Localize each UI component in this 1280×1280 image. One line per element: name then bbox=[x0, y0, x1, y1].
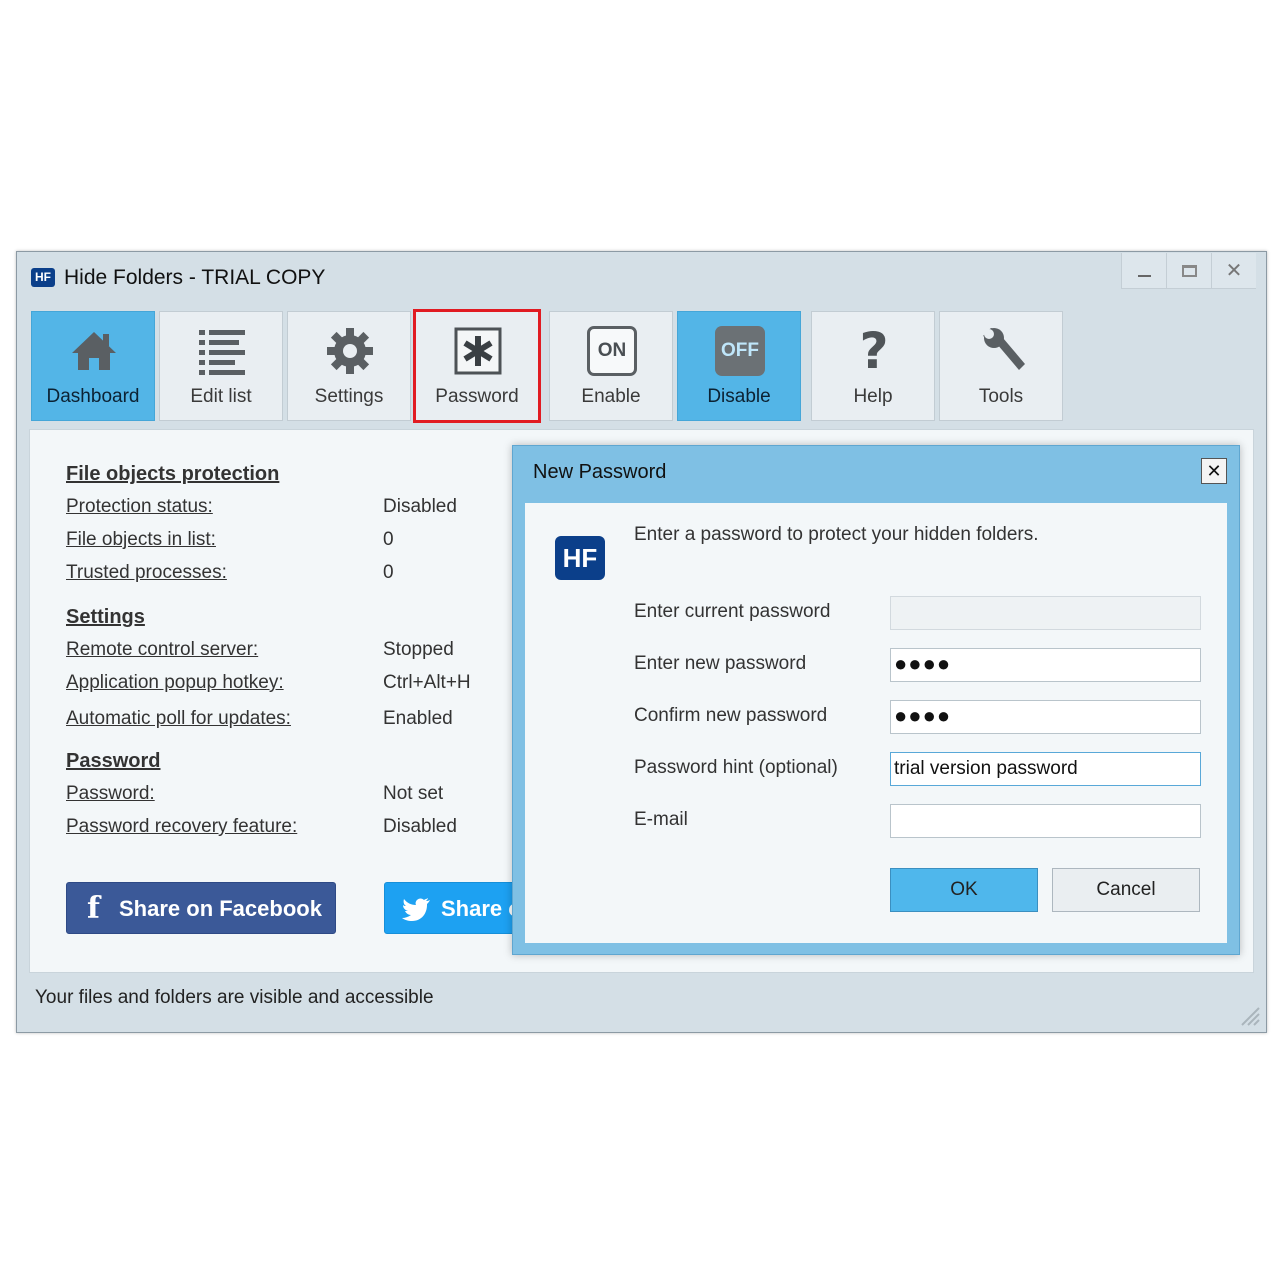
asterisk-icon bbox=[454, 327, 502, 375]
resize-grip-icon[interactable] bbox=[1238, 1004, 1260, 1026]
new-password-label: Enter new password bbox=[634, 653, 807, 674]
toolbar-edit-list-label: Edit list bbox=[190, 386, 252, 407]
home-icon bbox=[72, 332, 116, 370]
toolbar-password-button[interactable]: Password bbox=[413, 309, 541, 423]
ok-button[interactable]: OK bbox=[890, 868, 1038, 912]
maximize-icon bbox=[1181, 265, 1197, 277]
password-recovery-value: Disabled bbox=[383, 816, 457, 837]
file-objects-value: 0 bbox=[383, 529, 394, 550]
toolbar-password-label: Password bbox=[435, 386, 519, 407]
window-controls: ✕ bbox=[1121, 253, 1256, 289]
dialog-body: HF Enter a password to protect your hidd… bbox=[525, 503, 1227, 943]
minimize-button[interactable] bbox=[1121, 253, 1166, 289]
password-recovery-link[interactable]: Password recovery feature: bbox=[66, 816, 297, 838]
close-icon: ✕ bbox=[1225, 260, 1243, 282]
new-password-dialog: New Password ✕ HF Enter a password to pr… bbox=[512, 445, 1240, 955]
trusted-processes-link[interactable]: Trusted processes: bbox=[66, 562, 227, 584]
close-window-button[interactable]: ✕ bbox=[1211, 253, 1256, 289]
file-objects-section-title: File objects protection bbox=[66, 463, 280, 485]
remote-control-link[interactable]: Remote control server: bbox=[66, 639, 258, 661]
wrench-icon bbox=[983, 328, 1025, 370]
dialog-title: New Password bbox=[533, 461, 667, 483]
password-hint-label: Password hint (optional) bbox=[634, 757, 838, 778]
confirm-password-label: Confirm new password bbox=[634, 705, 828, 726]
toolbar-edit-list-button[interactable]: Edit list bbox=[159, 311, 283, 421]
status-bar-text: Your files and folders are visible and a… bbox=[35, 987, 434, 1008]
toolbar-enable-label: Enable bbox=[581, 386, 641, 407]
password-value: Not set bbox=[383, 783, 444, 804]
toolbar-dashboard-button[interactable]: Dashboard bbox=[31, 311, 155, 421]
facebook-icon: f bbox=[87, 891, 100, 926]
popup-hotkey-value: Ctrl+Alt+H bbox=[383, 672, 471, 693]
app-logo-icon: HF bbox=[31, 268, 55, 287]
close-icon: ✕ bbox=[1206, 461, 1222, 481]
email-label: E-mail bbox=[634, 809, 688, 830]
new-password-input[interactable]: ●●●● bbox=[890, 648, 1201, 682]
on-icon-text: ON bbox=[597, 340, 627, 361]
maximize-button[interactable] bbox=[1166, 253, 1211, 289]
email-input[interactable] bbox=[890, 804, 1201, 838]
toolbar-enable-button[interactable]: ON Enable bbox=[549, 311, 673, 421]
window-title: Hide Folders - TRIAL COPY bbox=[64, 266, 326, 289]
popup-hotkey-link[interactable]: Application popup hotkey: bbox=[66, 672, 284, 694]
question-icon: ? bbox=[849, 326, 899, 376]
question-icon-glyph: ? bbox=[859, 322, 889, 380]
twitter-icon bbox=[402, 898, 430, 921]
share-facebook-button[interactable]: f Share on Facebook bbox=[66, 882, 336, 934]
toolbar-settings-button[interactable]: Settings bbox=[287, 311, 411, 421]
title-bar[interactable]: HF Hide Folders - TRIAL COPY ✕ bbox=[17, 252, 1266, 307]
confirm-password-input[interactable]: ●●●● bbox=[890, 700, 1201, 734]
list-icon bbox=[199, 330, 245, 375]
off-icon: OFF bbox=[715, 326, 765, 376]
on-icon: ON bbox=[587, 326, 637, 376]
app-logo-icon: HF bbox=[555, 536, 605, 580]
protection-status-link[interactable]: Protection status: bbox=[66, 496, 213, 518]
password-hint-input[interactable] bbox=[890, 752, 1201, 786]
current-password-label: Enter current password bbox=[634, 601, 831, 622]
toolbar-settings-label: Settings bbox=[314, 386, 384, 407]
toolbar-dashboard-label: Dashboard bbox=[46, 386, 140, 407]
toolbar-tools-label: Tools bbox=[978, 386, 1024, 407]
trusted-processes-value: 0 bbox=[383, 562, 394, 583]
minimize-icon bbox=[1137, 275, 1151, 277]
dialog-intro-text: Enter a password to protect your hidden … bbox=[634, 524, 1039, 545]
current-password-input[interactable] bbox=[890, 596, 1201, 630]
toolbar-tools-button[interactable]: Tools bbox=[939, 311, 1063, 421]
toolbar-disable-label: Disable bbox=[707, 386, 771, 407]
dialog-close-button[interactable]: ✕ bbox=[1201, 458, 1227, 484]
poll-updates-link[interactable]: Automatic poll for updates: bbox=[66, 708, 291, 730]
protection-status-value: Disabled bbox=[383, 496, 457, 517]
toolbar-help-label: Help bbox=[853, 386, 893, 407]
share-facebook-label: Share on Facebook bbox=[119, 896, 322, 921]
cancel-button[interactable]: Cancel bbox=[1052, 868, 1200, 912]
toolbar-help-button[interactable]: ? Help bbox=[811, 311, 935, 421]
settings-section-title: Settings bbox=[66, 606, 145, 628]
password-section-title: Password bbox=[66, 750, 161, 772]
gear-icon bbox=[327, 328, 373, 374]
remote-control-value: Stopped bbox=[383, 639, 454, 660]
password-link[interactable]: Password: bbox=[66, 783, 155, 805]
poll-updates-value: Enabled bbox=[383, 708, 453, 729]
toolbar-disable-button[interactable]: OFF Disable bbox=[677, 311, 801, 421]
off-icon-text: OFF bbox=[721, 340, 759, 361]
file-objects-link[interactable]: File objects in list: bbox=[66, 529, 216, 551]
